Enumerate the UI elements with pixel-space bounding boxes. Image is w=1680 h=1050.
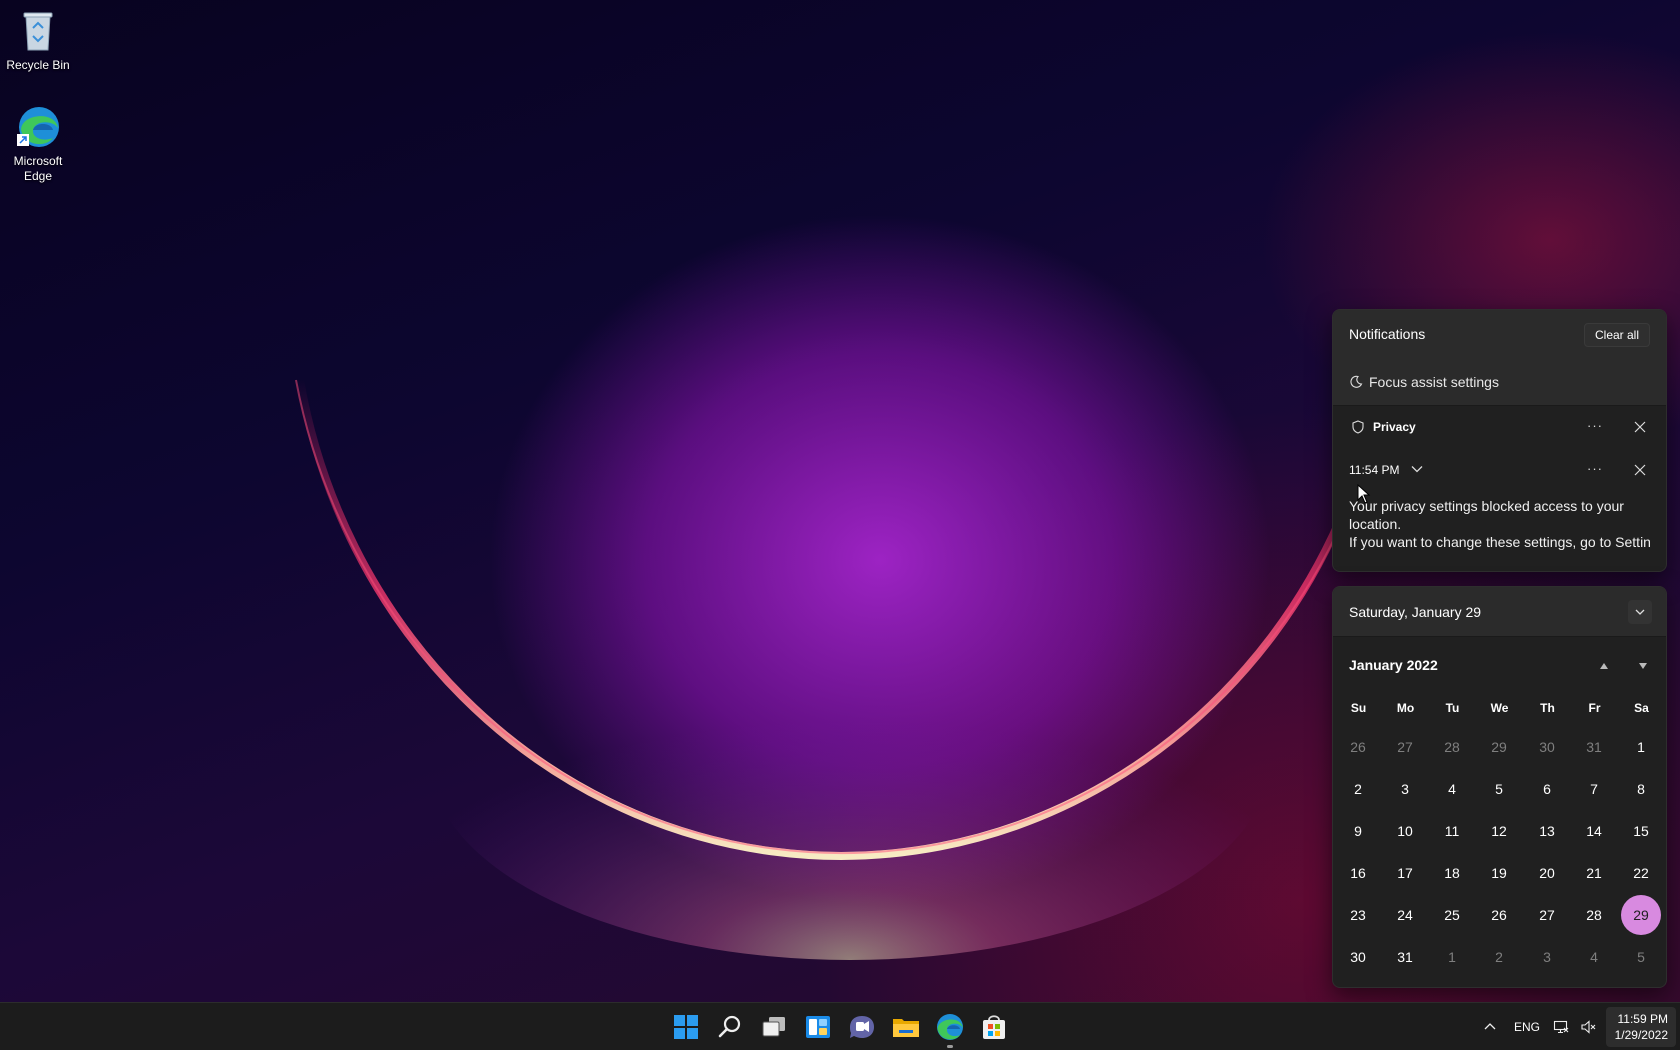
calendar-day[interactable]: 27 xyxy=(1527,895,1567,935)
teams-chat-icon xyxy=(850,1016,874,1038)
calendar-day[interactable]: 3 xyxy=(1527,937,1567,977)
calendar-day[interactable]: 28 xyxy=(1574,895,1614,935)
calendar-day[interactable]: 10 xyxy=(1385,811,1425,851)
notification-header: Notifications Clear all Focus assist set… xyxy=(1333,310,1666,406)
calendar-day[interactable]: 24 xyxy=(1385,895,1425,935)
notification-message-detail: If you want to change these settings, go… xyxy=(1349,534,1651,550)
file-explorer-button[interactable] xyxy=(890,1011,922,1043)
calendar-day[interactable]: 18 xyxy=(1432,853,1472,893)
calendar-day[interactable]: 7 xyxy=(1574,769,1614,809)
mouse-cursor-icon xyxy=(1357,484,1371,504)
edge-icon xyxy=(937,1014,963,1040)
moon-icon xyxy=(1350,375,1363,388)
calendar-day[interactable]: 1 xyxy=(1432,937,1472,977)
teams-chat-button[interactable] xyxy=(846,1011,878,1043)
calendar-day[interactable]: 30 xyxy=(1527,727,1567,767)
calendar-day[interactable]: 1 xyxy=(1621,727,1661,767)
notification-close-button[interactable] xyxy=(1628,458,1652,482)
close-icon xyxy=(1634,464,1646,476)
calendar-day[interactable]: 29 xyxy=(1479,727,1519,767)
microsoft-store-button[interactable] xyxy=(978,1011,1010,1043)
widgets-button[interactable] xyxy=(802,1011,834,1043)
desktop-icon-recycle-bin[interactable]: Recycle Bin xyxy=(0,8,76,73)
calendar-day[interactable]: 2 xyxy=(1338,769,1378,809)
chevron-down-icon[interactable] xyxy=(1411,463,1423,475)
volume-muted-icon[interactable] xyxy=(1580,1019,1596,1035)
calendar-day[interactable]: 4 xyxy=(1574,937,1614,977)
taskbar: ENG 11:59 PM 1/29/2022 xyxy=(0,1002,1680,1050)
clear-all-button[interactable]: Clear all xyxy=(1583,323,1650,347)
notification-group-privacy: Privacy ··· xyxy=(1333,412,1666,442)
show-hidden-icons-chevron-icon[interactable] xyxy=(1482,1019,1498,1035)
notifications-title: Notifications xyxy=(1349,326,1426,342)
edge-icon xyxy=(15,104,61,150)
calendar-day[interactable]: 5 xyxy=(1621,937,1661,977)
calendar-day-today[interactable]: 29 xyxy=(1621,895,1661,935)
clock-time: 11:59 PM xyxy=(1617,1012,1668,1026)
notification-time: 11:54 PM xyxy=(1349,463,1400,477)
calendar-day[interactable]: 15 xyxy=(1621,811,1661,851)
calendar-flyout: Saturday, January 29 January 2022 Su Mo Tu… xyxy=(1332,586,1667,988)
task-view-button[interactable] xyxy=(758,1011,790,1043)
close-icon xyxy=(1634,421,1646,433)
task-view-icon xyxy=(762,1017,785,1037)
group-close-button[interactable] xyxy=(1628,415,1652,439)
network-icon[interactable] xyxy=(1553,1019,1569,1035)
start-icon xyxy=(674,1015,698,1039)
calendar-day[interactable]: 27 xyxy=(1385,727,1425,767)
notification-more-options-button[interactable]: ··· xyxy=(1581,458,1609,482)
calendar-day[interactable]: 12 xyxy=(1479,811,1519,851)
desktop-icon-label: Microsoft Edge xyxy=(13,154,63,183)
calendar-day[interactable]: 31 xyxy=(1385,937,1425,977)
file-explorer-icon xyxy=(893,1019,919,1037)
calendar-day[interactable]: 11 xyxy=(1432,811,1472,851)
running-app-indicator xyxy=(947,1045,953,1048)
calendar-day[interactable]: 22 xyxy=(1621,853,1661,893)
calendar-day[interactable]: 6 xyxy=(1527,769,1567,809)
calendar-day[interactable]: 5 xyxy=(1479,769,1519,809)
calendar-day[interactable]: 14 xyxy=(1574,811,1614,851)
recycle-bin-icon xyxy=(15,8,61,54)
group-more-options-button[interactable]: ··· xyxy=(1581,415,1609,439)
calendar-day[interactable]: 2 xyxy=(1479,937,1519,977)
calendar-day[interactable]: 21 xyxy=(1574,853,1614,893)
calendar-day[interactable]: 26 xyxy=(1338,727,1378,767)
calendar-day[interactable]: 28 xyxy=(1432,727,1472,767)
calendar-day[interactable]: 3 xyxy=(1385,769,1425,809)
calendar-day[interactable]: 17 xyxy=(1385,853,1425,893)
edge-taskbar-button[interactable] xyxy=(934,1011,966,1043)
calendar-day[interactable]: 16 xyxy=(1338,853,1378,893)
notification-center: Notifications Clear all Focus assist set… xyxy=(1332,309,1667,572)
calendar-day[interactable]: 31 xyxy=(1574,727,1614,767)
calendar-day[interactable]: 26 xyxy=(1479,895,1519,935)
calendar-day[interactable]: 4 xyxy=(1432,769,1472,809)
widgets-icon xyxy=(806,1016,830,1038)
notification-message: Your privacy settings blocked access to … xyxy=(1349,498,1624,532)
clock-date: 1/29/2022 xyxy=(1614,1028,1668,1042)
notification-item-header: 11:54 PM ··· xyxy=(1333,458,1666,484)
calendar-day[interactable]: 13 xyxy=(1527,811,1567,851)
desktop-icon-label: Recycle Bin xyxy=(6,58,70,72)
desktop-icon-edge[interactable]: Microsoft Edge xyxy=(0,104,76,184)
start-button[interactable] xyxy=(670,1011,702,1043)
calendar-day[interactable]: 20 xyxy=(1527,853,1567,893)
shield-icon xyxy=(1352,420,1364,434)
focus-assist-label: Focus assist settings xyxy=(1369,374,1499,390)
search-icon xyxy=(718,1015,741,1038)
calendar-grid: 26 27 28 29 30 31 1 2 3 4 5 6 7 8 9 10 11 12 13 14 15 16 17 18 1… xyxy=(1333,587,1666,987)
calendar-day[interactable]: 19 xyxy=(1479,853,1519,893)
calendar-day[interactable]: 8 xyxy=(1621,769,1661,809)
calendar-day[interactable]: 25 xyxy=(1432,895,1472,935)
calendar-day[interactable]: 9 xyxy=(1338,811,1378,851)
calendar-day[interactable]: 23 xyxy=(1338,895,1378,935)
notification-app-name: Privacy xyxy=(1373,420,1416,434)
calendar-day[interactable]: 30 xyxy=(1338,937,1378,977)
notification-body[interactable]: Your privacy settings blocked access to … xyxy=(1349,497,1659,551)
taskbar-clock[interactable]: 11:59 PM 1/29/2022 xyxy=(1606,1007,1676,1047)
store-icon xyxy=(983,1015,1005,1039)
input-language-indicator[interactable]: ENG xyxy=(1514,1020,1540,1034)
focus-assist-settings-link[interactable]: Focus assist settings xyxy=(1349,374,1499,390)
search-button[interactable] xyxy=(714,1011,746,1043)
